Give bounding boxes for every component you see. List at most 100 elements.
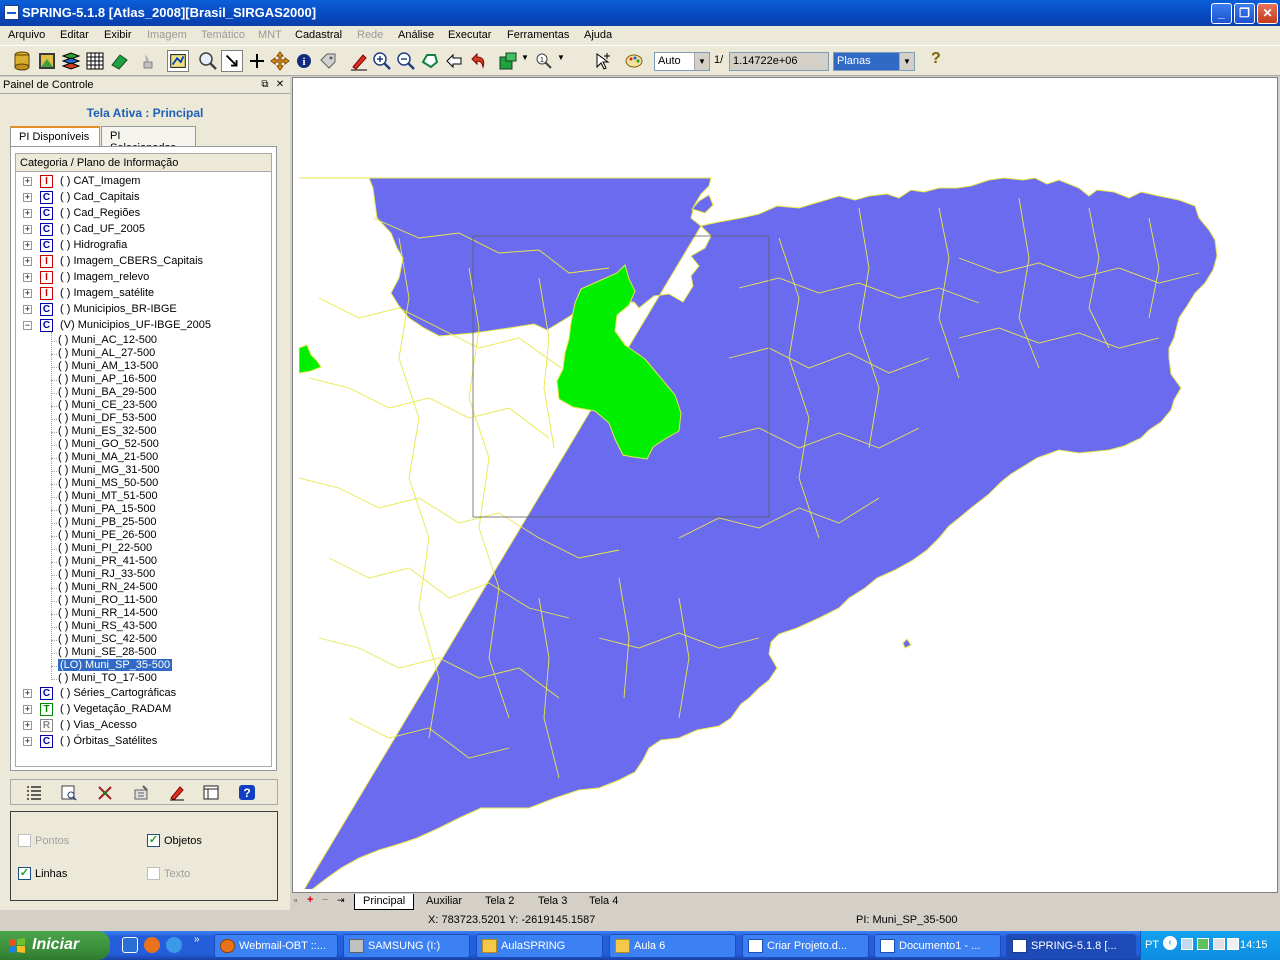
quicklaunch-more-icon[interactable]: » (194, 934, 210, 950)
media-player-icon[interactable] (122, 937, 138, 953)
language-indicator[interactable]: PT (1145, 939, 1159, 951)
task-samsung[interactable]: SAMSUNG (I:) (343, 934, 470, 958)
eraser-icon[interactable] (108, 50, 130, 72)
menu-exibir[interactable]: Exibir (104, 29, 132, 41)
expand-icon[interactable]: + (23, 705, 32, 714)
expand-icon[interactable]: + (23, 721, 32, 730)
expand-icon[interactable]: + (23, 177, 32, 186)
scale-zoom-dropdown-arrow[interactable]: ▼ (557, 53, 565, 62)
tree-category-row[interactable]: − C (V) Municipios_UF-IBGE_2005 (16, 318, 266, 334)
tree-child-row[interactable]: ( ) Muni_RN_24-500 (16, 581, 266, 594)
add-layer-dropdown-arrow[interactable]: ▼ (521, 53, 529, 62)
expand-icon[interactable]: + (23, 289, 32, 298)
scale-field[interactable]: 1.14722e+06 (729, 52, 829, 71)
objetos-checkbox[interactable]: ✓ (147, 834, 160, 847)
volume-icon[interactable] (1227, 938, 1239, 950)
task-spring[interactable]: SPRING-5.1.8 [... (1006, 934, 1136, 958)
tree-child-row[interactable]: ( ) Muni_MA_21-500 (16, 451, 266, 464)
expand-icon[interactable]: + (23, 737, 32, 746)
tree-child-row[interactable]: ( ) Muni_CE_23-500 (16, 399, 266, 412)
tab-auxiliar[interactable]: Auxiliar (418, 894, 470, 910)
menu-imagem[interactable]: Imagem (147, 29, 187, 41)
tree-category-row[interactable]: + C ( ) Cad_UF_2005 (16, 222, 266, 238)
zoom-mode-select[interactable]: Auto ▼ (654, 52, 710, 71)
brush-icon[interactable] (137, 50, 159, 72)
edit-form-icon[interactable] (132, 784, 150, 801)
tree-child-row[interactable]: ( ) Muni_RS_43-500 (16, 620, 266, 633)
draw-view-icon[interactable] (167, 50, 189, 72)
task-criar-projeto[interactable]: Criar Projeto.d... (742, 934, 869, 958)
tree-category-row[interactable]: + C ( ) Séries_Cartográficas (16, 686, 266, 702)
browser-icon[interactable] (166, 937, 182, 953)
projection-select[interactable]: Planas ▼ (833, 52, 915, 71)
pencil-icon[interactable] (168, 784, 186, 801)
tab-tela-3[interactable]: Tela 3 (530, 894, 575, 910)
tree-child-row[interactable]: ( ) Muni_SC_42-500 (16, 633, 266, 646)
tab-tela-4[interactable]: Tela 4 (581, 894, 626, 910)
tree-category-row[interactable]: + R ( ) Vias_Acesso (16, 718, 266, 734)
expand-icon[interactable]: + (23, 257, 32, 266)
zoom-area-icon[interactable] (419, 50, 441, 72)
layers-icon[interactable] (60, 50, 82, 72)
tree-category-row[interactable]: + C ( ) Hidrografia (16, 238, 266, 254)
menu-ajuda[interactable]: Ajuda (584, 29, 612, 41)
tree-child-row[interactable]: ( ) Muni_RO_11-500 (16, 594, 266, 607)
task-webmail[interactable]: Webmail-OBT ::... (214, 934, 338, 958)
menu-rede[interactable]: Rede (357, 29, 383, 41)
safely-remove-icon[interactable] (1197, 938, 1209, 950)
tree-category-row[interactable]: + C ( ) Municipios_BR-IBGE (16, 302, 266, 318)
tree-child-row[interactable]: ( ) Muni_PR_41-500 (16, 555, 266, 568)
tree-category-row[interactable]: + C ( ) Cad_Capitais (16, 190, 266, 206)
crosshair-icon[interactable] (246, 50, 268, 72)
tab-nav-last-icon[interactable]: ⇥ (335, 894, 347, 910)
tree-child-row[interactable]: ( ) Muni_GO_52-500 (16, 438, 266, 451)
menu-mnt[interactable]: MNT (258, 29, 282, 41)
tree-child-row[interactable]: ( ) Muni_AL_27-500 (16, 347, 266, 360)
tree-child-row[interactable]: ( ) Muni_MT_51-500 (16, 490, 266, 503)
tab-pi-selecionados[interactable]: PI Selecionados (101, 126, 196, 154)
pan-icon[interactable] (269, 50, 291, 72)
collapse-icon[interactable]: − (23, 321, 32, 330)
expand-icon[interactable]: + (23, 689, 32, 698)
close-button[interactable]: ✕ (1257, 3, 1278, 24)
help-icon[interactable]: ? (931, 50, 941, 68)
tree-category-row[interactable]: + I ( ) Imagem_satélite (16, 286, 266, 302)
expand-icon[interactable]: + (23, 193, 32, 202)
remove-tab-icon[interactable]: − (320, 894, 330, 910)
tab-pi-disponiveis[interactable]: PI Disponíveis (10, 126, 100, 147)
start-button[interactable]: Iniciar (0, 931, 110, 960)
list-icon[interactable] (25, 784, 43, 801)
tree-child-row[interactable]: ( ) Muni_BA_29-500 (16, 386, 266, 399)
tree-child-row[interactable]: ( ) Muni_AC_12-500 (16, 334, 266, 347)
cursor-plus-icon[interactable] (592, 50, 614, 72)
view-table-icon[interactable] (60, 784, 78, 801)
network-icon[interactable] (1181, 938, 1193, 950)
menu-editar[interactable]: Editar (60, 29, 89, 41)
magnifier-icon[interactable] (197, 50, 219, 72)
help-icon[interactable]: ? (238, 784, 256, 801)
pencil-icon[interactable] (348, 50, 370, 72)
tree-child-row[interactable]: ( ) Muni_RJ_33-500 (16, 568, 266, 581)
tree-child-row[interactable]: (LO) Muni_SP_35-500 (16, 659, 266, 672)
tree-child-row[interactable]: ( ) Muni_TO_17-500 (16, 672, 266, 685)
pi-tree[interactable]: Categoria / Plano de Informação + I ( ) CA… (15, 153, 272, 767)
add-layer-icon[interactable] (497, 50, 519, 72)
task-aula6[interactable]: Aula 6 (609, 934, 736, 958)
tree-category-row[interactable]: + C ( ) Cad_Regiões (16, 206, 266, 222)
add-tab-icon[interactable]: + (305, 894, 315, 910)
previous-view-icon[interactable] (443, 50, 465, 72)
task-aulaspring[interactable]: AulaSPRING (476, 934, 603, 958)
close-panel-icon[interactable]: ✕ (274, 79, 286, 91)
tree-child-row[interactable]: ( ) Muni_ES_32-500 (16, 425, 266, 438)
tree-child-row[interactable]: ( ) Muni_MS_50-500 (16, 477, 266, 490)
task-documento1[interactable]: Documento1 - ... (874, 934, 1001, 958)
zoom-in-icon[interactable] (371, 50, 393, 72)
legend-icon[interactable] (202, 784, 220, 801)
map-canvas[interactable] (299, 83, 1273, 889)
linhas-checkbox[interactable]: ✓ (18, 867, 31, 880)
tree-category-row[interactable]: + T ( ) Vegetação_RADAM (16, 702, 266, 718)
restore-button[interactable]: ❐ (1234, 3, 1255, 24)
texto-checkbox[interactable] (147, 867, 160, 880)
tag-icon[interactable] (317, 50, 339, 72)
tree-child-row[interactable]: ( ) Muni_SE_28-500 (16, 646, 266, 659)
